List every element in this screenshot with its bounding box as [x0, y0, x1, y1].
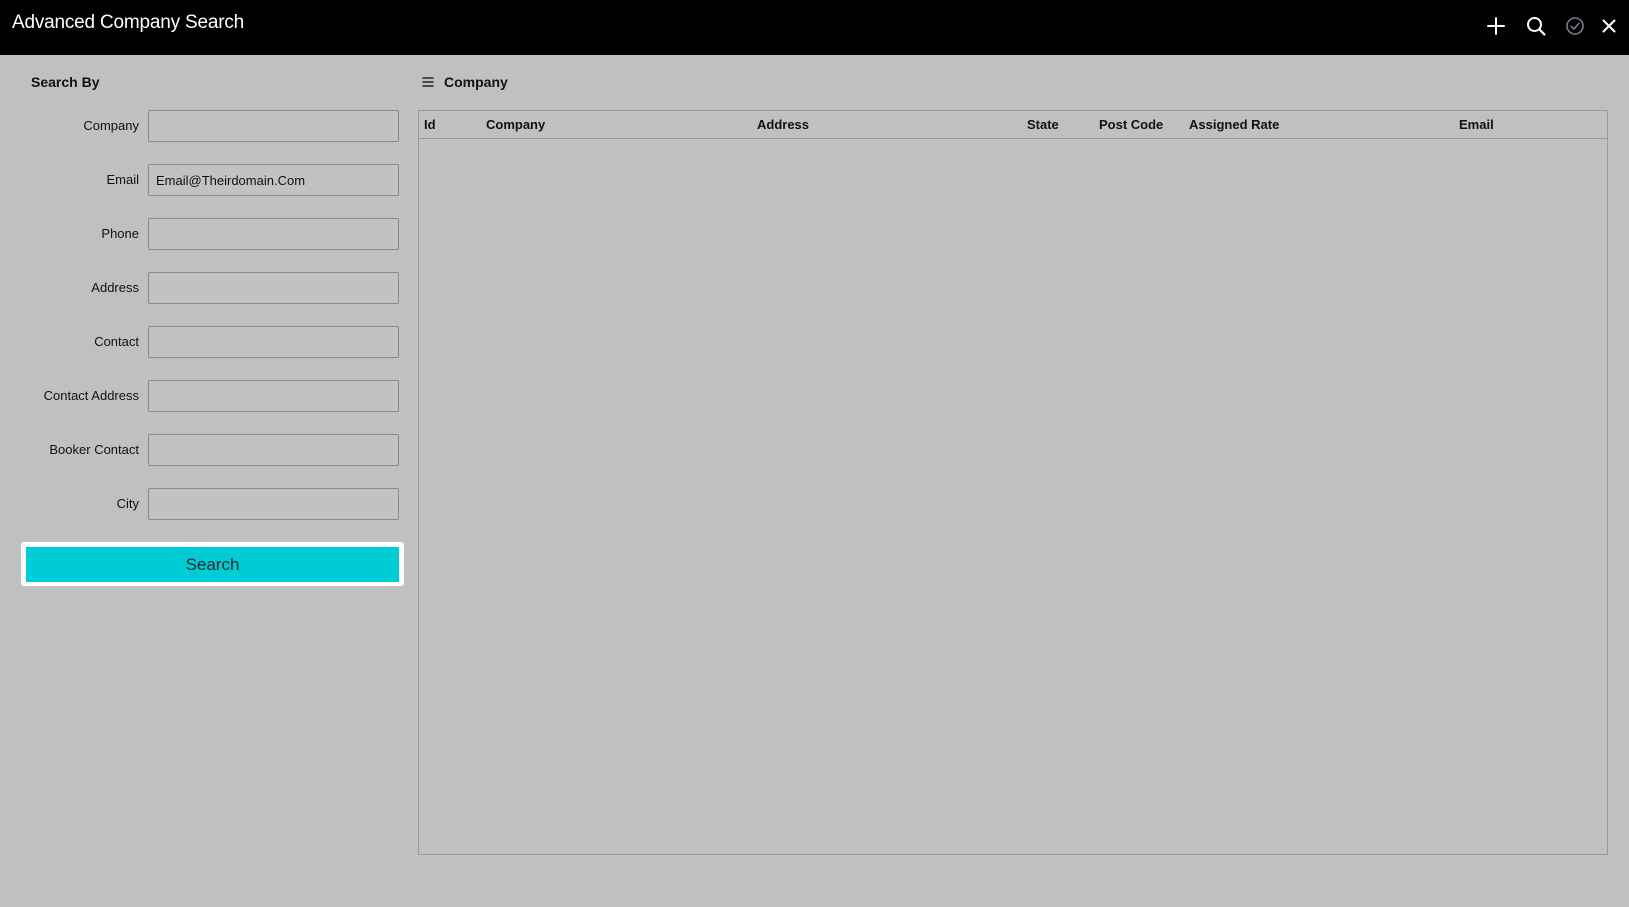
- address-input[interactable]: [148, 272, 399, 304]
- search-button-focus-ring: Search: [21, 542, 404, 586]
- check-circle-icon[interactable]: [1563, 14, 1587, 38]
- booker-contact-input[interactable]: [148, 434, 399, 466]
- column-header-assigned-rate[interactable]: Assigned Rate: [1189, 117, 1279, 132]
- column-header-post-code[interactable]: Post Code: [1099, 117, 1163, 132]
- company-input[interactable]: [148, 110, 399, 142]
- plus-icon[interactable]: [1484, 14, 1508, 38]
- title-bar: Advanced Company Search: [0, 0, 1629, 55]
- column-header-address[interactable]: Address: [757, 117, 809, 132]
- phone-field-row: Phone: [0, 218, 415, 250]
- contact-label: Contact: [94, 334, 139, 349]
- window-title: Advanced Company Search: [12, 12, 244, 33]
- search-button[interactable]: Search: [26, 547, 399, 582]
- hamburger-menu-icon[interactable]: [420, 74, 436, 90]
- city-label: City: [116, 496, 139, 511]
- column-header-state[interactable]: State: [1027, 117, 1059, 132]
- city-input[interactable]: [148, 488, 399, 520]
- city-field-row: City: [0, 488, 415, 520]
- search-by-panel: Search By Company Email Phone Address Co…: [0, 55, 415, 907]
- column-header-company[interactable]: Company: [486, 117, 545, 132]
- company-label: Company: [83, 118, 139, 133]
- booker-contact-label: Booker Contact: [49, 442, 139, 457]
- contact-field-row: Contact: [0, 326, 415, 358]
- phone-input[interactable]: [148, 218, 399, 250]
- search-icon[interactable]: [1524, 14, 1548, 38]
- booker-contact-field-row: Booker Contact: [0, 434, 415, 466]
- email-field-row: Email: [0, 164, 415, 196]
- contact-address-input[interactable]: [148, 380, 399, 412]
- address-field-row: Address: [0, 272, 415, 304]
- contact-address-field-row: Contact Address: [0, 380, 415, 412]
- contact-input[interactable]: [148, 326, 399, 358]
- results-panel: Company Id Company Address State Post Co…: [415, 55, 1629, 907]
- address-label: Address: [91, 280, 139, 295]
- email-label: Email: [106, 172, 139, 187]
- company-field-row: Company: [0, 110, 415, 142]
- search-by-title: Search By: [31, 74, 100, 90]
- close-icon[interactable]: [1597, 14, 1621, 38]
- column-header-id[interactable]: Id: [424, 117, 436, 132]
- results-table: Id Company Address State Post Code Assig…: [418, 110, 1608, 855]
- table-header: Id Company Address State Post Code Assig…: [419, 111, 1607, 139]
- column-header-email[interactable]: Email: [1459, 117, 1494, 132]
- results-title: Company: [444, 74, 508, 90]
- contact-address-label: Contact Address: [43, 388, 139, 403]
- phone-label: Phone: [101, 226, 139, 241]
- email-input[interactable]: [148, 164, 399, 196]
